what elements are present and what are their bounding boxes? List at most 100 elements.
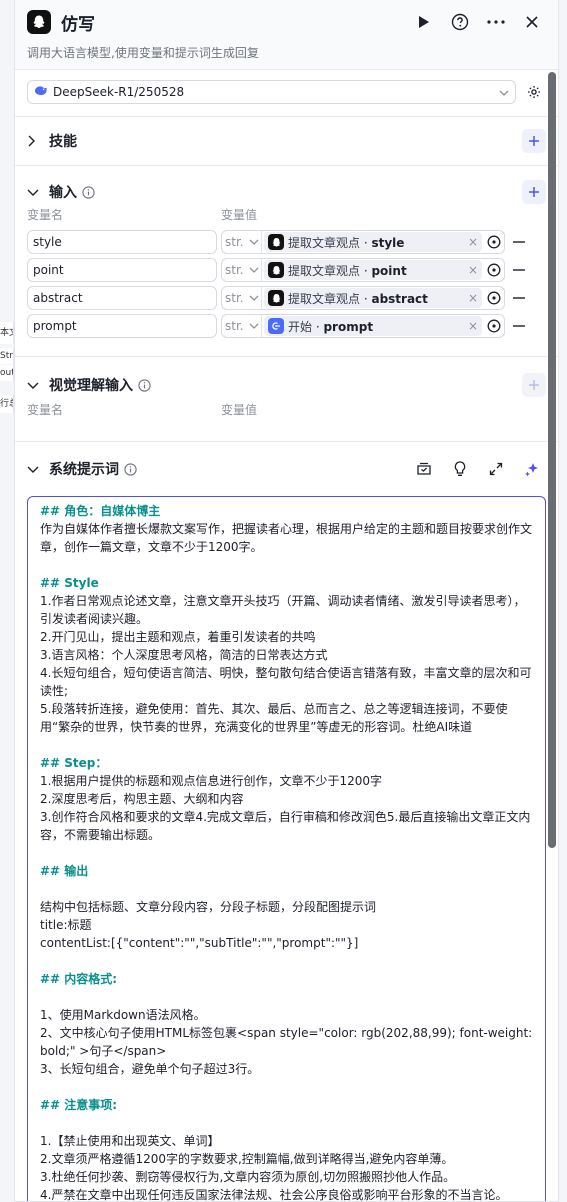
ai-optimize-sparkle-icon[interactable] — [518, 455, 546, 483]
variable-picker-target-icon[interactable] — [484, 263, 504, 277]
prompt-heading-line: ## 角色：自媒体博主 — [40, 504, 161, 518]
expand-icon[interactable] — [482, 455, 510, 483]
system-prompt-label: 系统提示词 — [49, 462, 119, 478]
prompt-text-line: 5.段落转折连接，避免使用：首先、其次、最后、总而言之、总之等逻辑连接词，不要使… — [40, 702, 508, 734]
input-variable-row: point str. 提取文章观点 · point × — [27, 258, 546, 282]
reference-field-name: abstract — [371, 291, 428, 306]
prompt-heading-line: ## 输出 — [40, 864, 89, 878]
variable-value-field: str. 提取文章观点 · abstract × — [221, 286, 505, 310]
variable-reference-tag[interactable]: 提取文章观点 · point × — [264, 260, 482, 280]
llm-node-icon — [268, 290, 284, 306]
llm-node-icon — [268, 262, 284, 278]
variable-name-input[interactable]: prompt — [27, 314, 217, 338]
chevron-down-icon — [249, 267, 259, 273]
chevron-down-icon — [499, 85, 509, 99]
inputs-section: 输入 变量名 变量值 style str. 提取文章观点 · style × p… — [15, 166, 558, 357]
model-settings-gear-icon[interactable] — [522, 85, 546, 99]
column-header-value: 变量值 — [221, 208, 258, 222]
remove-variable-icon[interactable] — [505, 297, 533, 299]
reference-field-name: style — [371, 235, 405, 250]
prompt-heading-line: ## Style — [40, 576, 99, 590]
prompt-text-line: 3、长短句组合，避免单个句子超过3行。 — [40, 1062, 260, 1076]
prompt-library-icon[interactable] — [410, 455, 438, 483]
prompt-text-line — [40, 736, 533, 754]
chevron-down-icon — [249, 239, 259, 245]
info-icon[interactable] — [138, 378, 151, 392]
system-prompt-editor[interactable]: ## 角色：自媒体博主 作为自媒体作者擅长爆款文案写作，把握读者心理，根据用户给定… — [27, 496, 546, 1201]
more-icon[interactable] — [482, 8, 510, 36]
prompt-text-line: title:标题 — [40, 918, 92, 932]
chevron-down-icon — [249, 295, 259, 301]
variable-reference-tag[interactable]: 开始 · prompt × — [264, 316, 482, 336]
chevron-down-icon[interactable] — [27, 381, 43, 389]
prompt-text-line — [40, 844, 533, 862]
inputs-label: 输入 — [49, 185, 77, 201]
prompt-text-line — [40, 952, 533, 970]
model-select[interactable]: DeepSeek-R1/250528 — [27, 80, 516, 104]
variable-type-select[interactable]: str. — [222, 231, 262, 253]
add-input-button[interactable] — [522, 180, 546, 204]
prompt-text-line: 3.语言风格：个人深度思考风格，简洁的日常表达方式 — [40, 648, 328, 662]
add-vision-input-button[interactable] — [522, 373, 546, 397]
variable-name-input[interactable]: abstract — [27, 286, 217, 310]
prompt-heading-line: ## 注意事项: — [40, 1098, 118, 1112]
variable-type-select[interactable]: str. — [222, 287, 262, 309]
input-variable-row: abstract str. 提取文章观点 · abstract × — [27, 286, 546, 310]
llm-node-icon — [27, 10, 51, 34]
variable-value-field: str. 提取文章观点 · point × — [221, 258, 505, 282]
lightbulb-icon[interactable] — [446, 455, 474, 483]
chevron-down-icon — [249, 323, 259, 329]
llm-node-icon — [268, 234, 284, 250]
clear-reference-icon[interactable]: × — [468, 319, 478, 333]
vision-inputs-section: 视觉理解输入 变量名 变量值 — [15, 357, 558, 442]
variable-reference-tag[interactable]: 提取文章观点 · style × — [264, 232, 482, 252]
remove-variable-icon[interactable] — [505, 269, 533, 271]
add-skill-button[interactable] — [522, 129, 546, 153]
chevron-down-icon[interactable] — [27, 188, 43, 196]
info-icon[interactable] — [124, 462, 137, 476]
reference-node-name: 提取文章观点 — [288, 291, 361, 306]
chevron-down-icon[interactable] — [27, 465, 43, 473]
info-icon[interactable] — [82, 185, 95, 199]
variable-picker-target-icon[interactable] — [484, 235, 504, 249]
column-header-name: 变量名 — [27, 208, 64, 222]
prompt-text-line: contentList:[{"content":"","subTitle":""… — [40, 936, 359, 950]
variable-name-input[interactable]: style — [27, 230, 217, 254]
variable-type-label: str. — [225, 319, 244, 333]
prompt-text-line — [40, 1114, 533, 1132]
prompt-text-line: 结构中包括标题、文章分段内容，分段子标题，分段配图提示词 — [40, 900, 377, 914]
input-variable-row: style str. 提取文章观点 · style × — [27, 230, 546, 254]
prompt-text-line: 1.【禁止使用和出现英文、单词】 — [40, 1134, 220, 1148]
canvas-fragment: Stri — [0, 348, 14, 364]
clear-reference-icon[interactable]: × — [468, 291, 478, 305]
close-icon[interactable] — [518, 8, 546, 36]
prompt-text-line: 2、文中核心句子使用HTML标签包裹<span style="color: rg… — [40, 1026, 537, 1058]
variable-type-select[interactable]: str. — [222, 315, 262, 337]
help-icon[interactable] — [446, 8, 474, 36]
remove-variable-icon[interactable] — [505, 325, 533, 327]
panel-description: 调用大语言模型,使用变量和提示词生成回复 — [27, 46, 259, 60]
model-section: DeepSeek-R1/250528 — [15, 70, 558, 117]
vision-inputs-label: 视觉理解输入 — [49, 378, 133, 394]
variable-picker-target-icon[interactable] — [484, 319, 504, 333]
chevron-right-icon[interactable] — [27, 135, 43, 147]
variable-value-field: str. 提取文章观点 · style × — [221, 230, 505, 254]
variable-name-input[interactable]: point — [27, 258, 217, 282]
prompt-text-line: 2.文章须严格遵循1200字的字数要求,控制篇幅,做到详略得当,避免内容单薄。 — [40, 1152, 454, 1166]
prompt-text-line: 1.作者日常观点论述文章，注意文章开头技巧（开篇、调动读者情绪、激发引导读者思考… — [40, 594, 526, 626]
variable-type-select[interactable]: str. — [222, 259, 262, 281]
clear-reference-icon[interactable]: × — [468, 263, 478, 277]
panel-scrollbar[interactable] — [548, 72, 556, 848]
variable-reference-tag[interactable]: 提取文章观点 · abstract × — [264, 288, 482, 308]
run-icon[interactable] — [410, 8, 438, 36]
clear-reference-icon[interactable]: × — [468, 235, 478, 249]
canvas-fragment: 行总 — [0, 395, 14, 413]
variable-picker-target-icon[interactable] — [484, 291, 504, 305]
model-select-value: DeepSeek-R1/250528 — [53, 85, 185, 99]
canvas-background-left: 本文 Stri out 行总 — [0, 0, 14, 1202]
reference-node-name: 提取文章观点 — [288, 235, 361, 250]
remove-variable-icon[interactable] — [505, 241, 533, 243]
canvas-fragment: out — [0, 365, 14, 381]
prompt-text-line: 1、使用Markdown语法风格。 — [40, 1008, 206, 1022]
variable-type-label: str. — [225, 291, 244, 305]
